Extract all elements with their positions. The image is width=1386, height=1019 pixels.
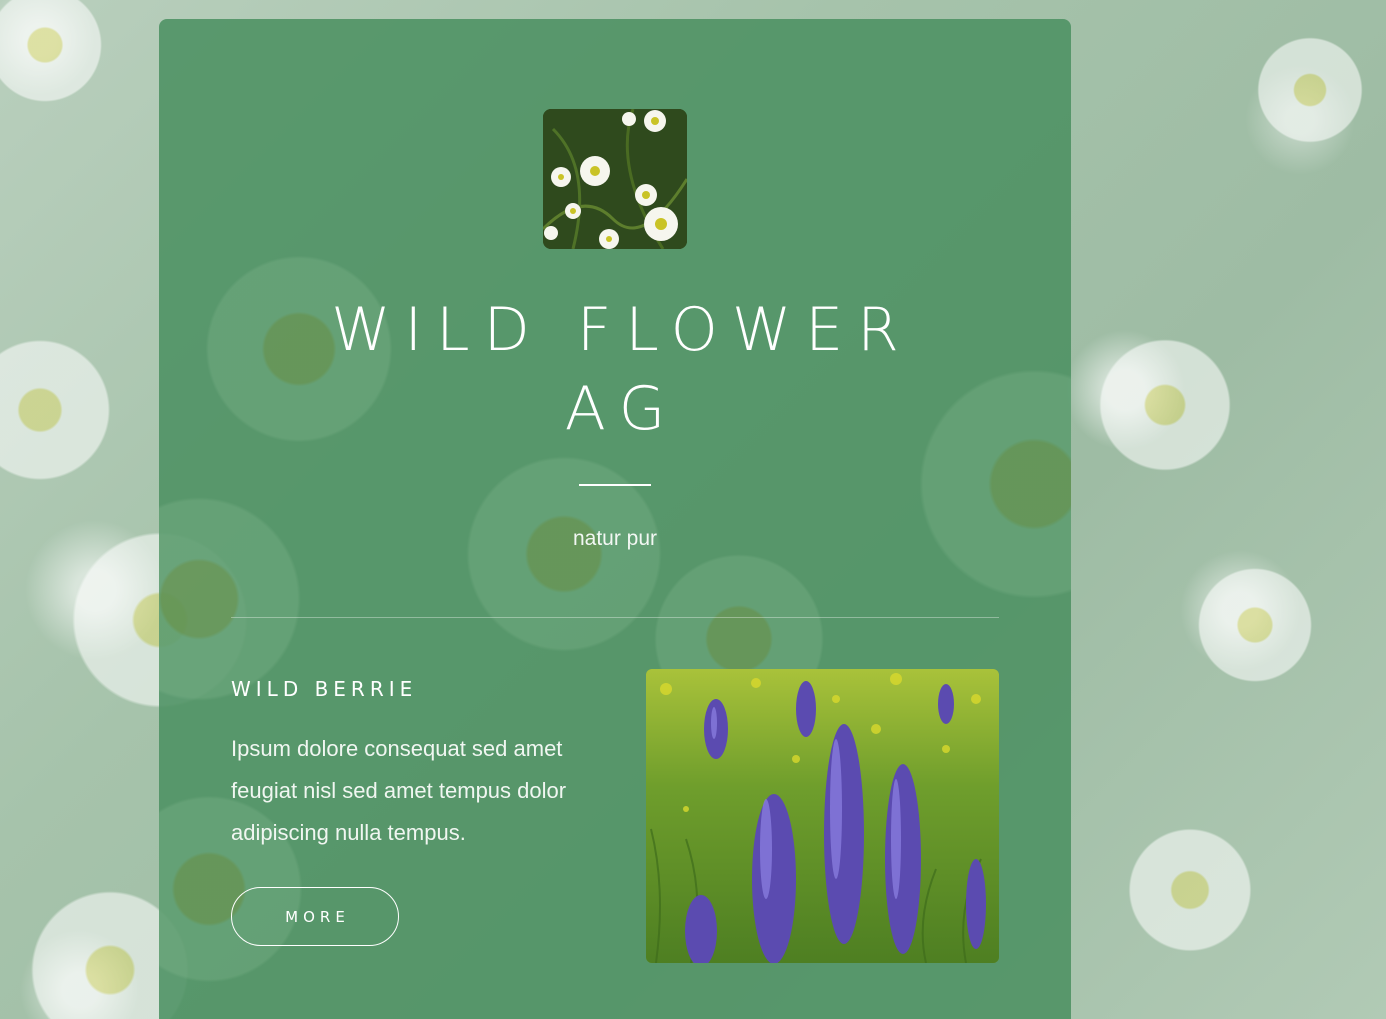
daisy-photo-icon <box>543 109 687 249</box>
site-title: WILD FLOWER AG <box>159 291 1071 449</box>
content-card: WILD FLOWER AG natur pur WILD BERRIE Ips… <box>159 19 1071 1019</box>
more-button[interactable]: MORE <box>231 887 399 946</box>
site-title-line-2: AG <box>564 374 680 444</box>
site-title-line-1: WILD FLOWER <box>331 295 913 365</box>
feature-description: Ipsum dolore consequat sed amet feugiat … <box>231 736 567 845</box>
feature-title: WILD BERRIE <box>231 677 418 701</box>
tagline: natur pur <box>572 527 658 550</box>
logo-image <box>543 109 687 249</box>
lupine-photo-icon <box>646 669 999 963</box>
feature-image <box>646 669 999 963</box>
title-divider <box>579 484 651 486</box>
section-divider <box>231 617 999 618</box>
